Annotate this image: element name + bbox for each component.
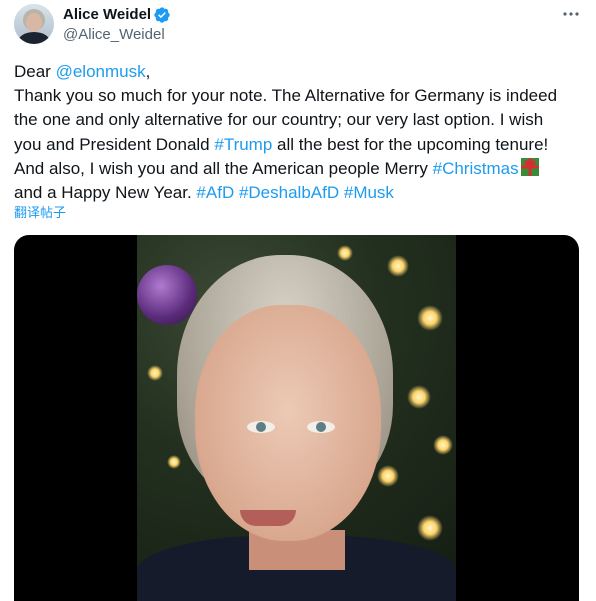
hashtag-link[interactable]: #AfD <box>196 183 234 202</box>
translate-post-link[interactable]: 翻译帖子 <box>14 205 66 221</box>
more-options-icon[interactable] <box>562 7 580 21</box>
post-text-segment: the one and only alternative for our cou… <box>14 110 544 130</box>
avatar[interactable] <box>14 4 54 44</box>
hashtag-link[interactable]: #Trump <box>214 135 272 154</box>
post-text-segment: all the best for the upcoming tenure! <box>272 134 549 154</box>
video-frame <box>137 235 456 601</box>
author-handle[interactable]: @Alice_Weidel <box>63 26 165 44</box>
video-player[interactable] <box>14 235 579 601</box>
post-text: Dear @elonmusk, Thank you so much for you… <box>14 60 584 205</box>
person-face <box>195 305 381 541</box>
verified-badge-icon <box>154 7 170 23</box>
mouth <box>240 510 296 526</box>
post-text-segment: and a Happy New Year. <box>14 182 197 202</box>
hashtag-link[interactable]: #DeshalbAfD <box>239 183 339 202</box>
post-text-segment: you and President Donald <box>14 134 215 154</box>
post-text-line: you and President Donald #Trump all the … <box>14 133 584 157</box>
post-text-line: Dear @elonmusk, <box>14 60 584 84</box>
post-text-segment: Thank you so much for your note. The Alt… <box>14 86 558 106</box>
post-text-line: and a Happy New Year. #AfD #DeshalbAfD #… <box>14 181 584 205</box>
post-text-line: the one and only alternative for our cou… <box>14 108 584 132</box>
post-text-segment: And also, I wish you and all the America… <box>14 158 433 178</box>
gift-emoji <box>520 157 539 176</box>
post-text-segment: Dear <box>14 62 56 81</box>
post-text-line: And also, I wish you and all the America… <box>14 157 584 181</box>
post-text-segment: , <box>145 62 151 81</box>
right-eye <box>307 421 335 433</box>
christmas-ornament <box>137 265 197 325</box>
hashtag-link[interactable]: #Musk <box>344 183 394 202</box>
mention-link[interactable]: @elonmusk <box>56 62 146 81</box>
author-name[interactable]: Alice Weidel <box>63 6 151 24</box>
post-text-line: Thank you so much for your note. The Alt… <box>14 84 584 108</box>
hashtag-link[interactable]: #Christmas <box>433 159 519 178</box>
left-eye <box>247 421 275 433</box>
